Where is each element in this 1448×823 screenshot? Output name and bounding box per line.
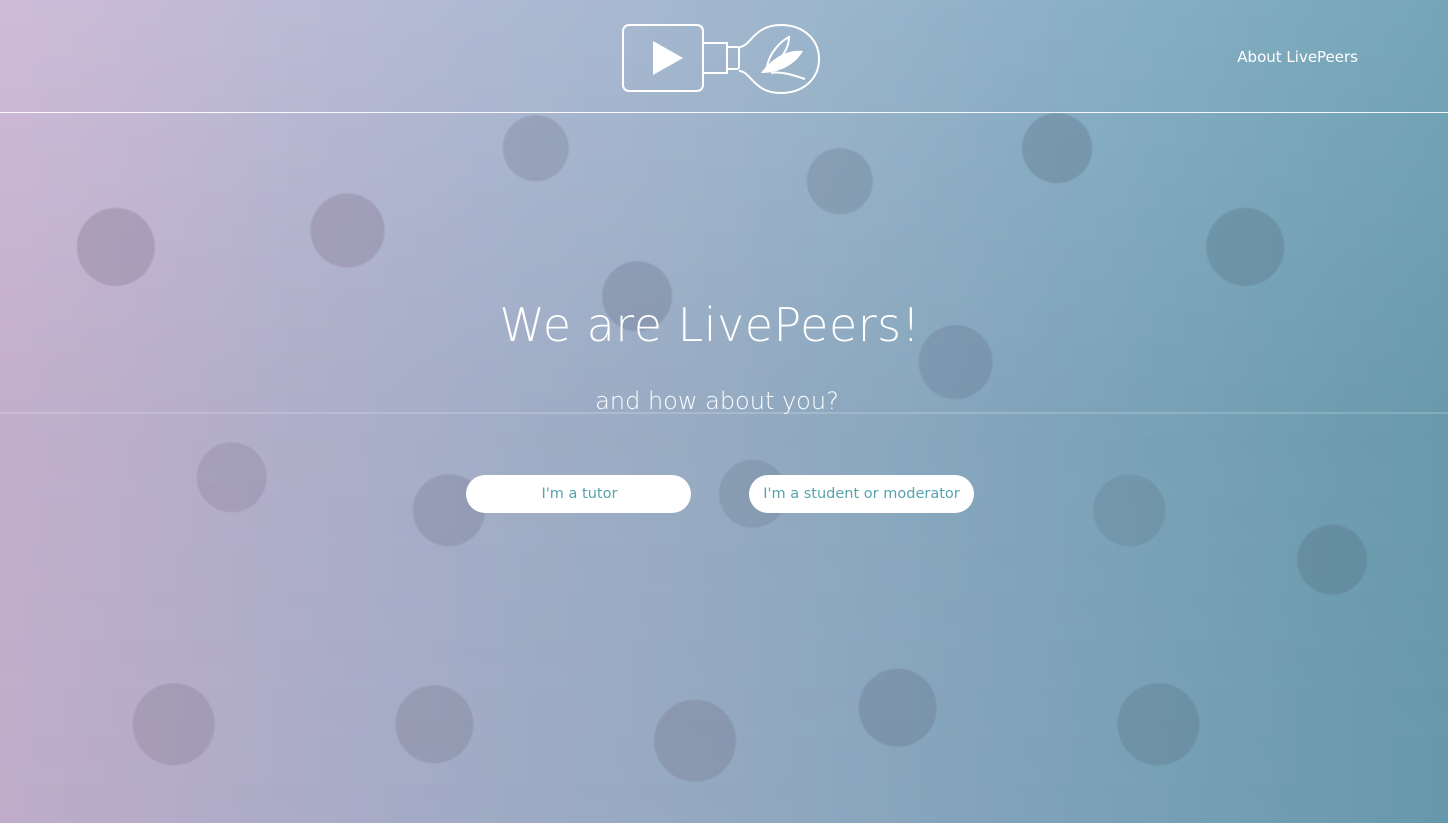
- livepeers-logo-icon[interactable]: [621, 23, 821, 95]
- hero-title: We are LivePeers!: [499, 298, 921, 352]
- student-moderator-button[interactable]: I'm a student or moderator: [749, 475, 974, 513]
- landing-page: About LivePeers We are LivePeers! and ho…: [0, 0, 1448, 823]
- hero-subtitle: and how about you?: [595, 387, 839, 415]
- nav-about-link[interactable]: About LivePeers: [1237, 48, 1358, 66]
- tutor-button[interactable]: I'm a tutor: [466, 475, 691, 513]
- site-header: About LivePeers: [0, 0, 1448, 113]
